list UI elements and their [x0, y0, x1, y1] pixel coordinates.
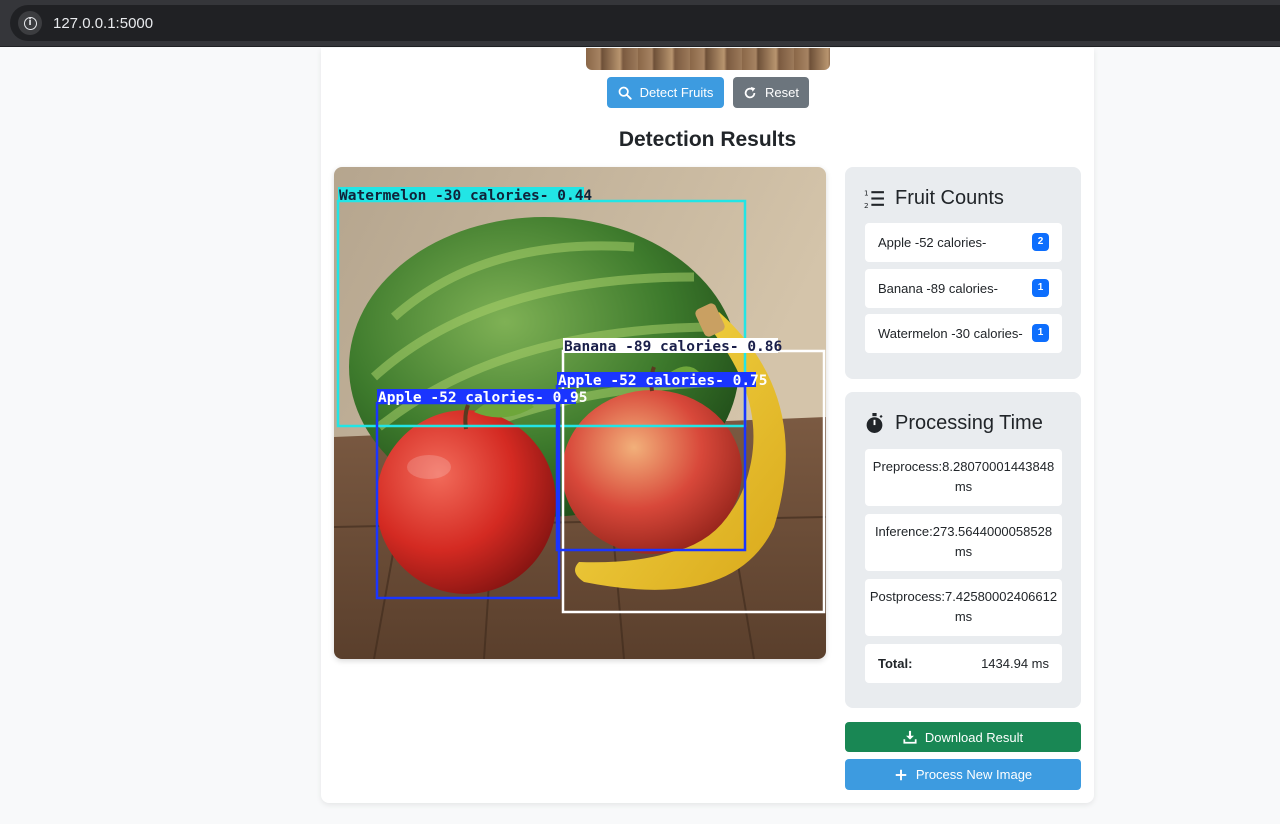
preprocess-value: Preprocess:8.28070001443848	[872, 459, 1055, 474]
detection-label-apple-left: Apple -52 calories- 0.95	[378, 390, 588, 406]
search-icon	[618, 86, 632, 100]
plus-icon	[895, 769, 907, 780]
detection-label-banana: Banana -89 calories- 0.86	[564, 339, 782, 355]
uploaded-image-preview	[586, 48, 830, 70]
info-icon[interactable]: i	[18, 11, 42, 35]
detect-fruits-label: Detect Fruits	[639, 85, 714, 100]
fruit-counts-heading: 1 2 Fruit Counts	[864, 187, 1004, 210]
postprocess-value: Postprocess:7.42580002406612	[869, 589, 1058, 604]
total-time: Total: 1434.94 ms	[865, 644, 1062, 683]
stopwatch-icon	[866, 413, 883, 433]
postprocess-time: Postprocess:7.42580002406612 ms	[865, 579, 1062, 636]
total-label: Total:	[878, 656, 913, 671]
detection-results-heading: Detection Results	[618, 128, 797, 151]
download-result-label: Download Result	[924, 729, 1024, 745]
detection-label-apple-right: Apple -52 calories- 0.75	[558, 373, 768, 389]
download-result-button[interactable]: Download Result	[845, 722, 1081, 752]
reset-button[interactable]: Reset	[733, 77, 809, 108]
count-badge: 1	[1032, 279, 1049, 297]
count-badge: 1	[1032, 324, 1049, 342]
reset-label: Reset	[765, 85, 799, 100]
count-label: Banana -89 calories-	[878, 281, 998, 296]
inference-time: Inference:273.5644000058528 ms	[865, 514, 1062, 571]
preprocess-time: Preprocess:8.28070001443848 ms	[865, 449, 1062, 506]
count-badge: 2	[1032, 233, 1049, 251]
count-item-banana: Banana -89 calories- 1	[865, 269, 1062, 308]
count-label: Apple -52 calories-	[878, 235, 987, 250]
svg-text:1: 1	[864, 188, 869, 197]
preprocess-unit: ms	[954, 479, 973, 494]
download-icon	[903, 730, 917, 744]
fruit-counts-panel: 1 2 Fruit Counts Apple -52 calories- 2 B…	[845, 167, 1081, 379]
total-value: 1434.94 ms	[981, 656, 1049, 671]
processing-time-panel: Processing Time Preprocess:8.28070001443…	[845, 392, 1081, 708]
process-new-image-label: Process New Image	[915, 767, 1033, 782]
inference-unit: ms	[954, 544, 973, 559]
url-text[interactable]: 127.0.0.1:5000	[53, 15, 153, 32]
browser-toolbar: i 127.0.0.1:5000	[0, 0, 1280, 47]
postprocess-unit: ms	[954, 609, 973, 624]
detect-fruits-button[interactable]: Detect Fruits	[607, 77, 724, 108]
processing-time-title: Processing Time	[895, 412, 1043, 434]
count-item-apple: Apple -52 calories- 2	[865, 223, 1062, 262]
inference-value: Inference:273.5644000058528	[874, 524, 1053, 539]
redo-icon	[744, 86, 756, 98]
count-label: Watermelon -30 calories-	[878, 326, 1023, 341]
address-bar[interactable]: i 127.0.0.1:5000	[10, 5, 1280, 41]
fruit-counts-title: Fruit Counts	[895, 187, 1004, 209]
list-ordered-icon: 1 2	[864, 188, 884, 209]
detection-label-watermelon: Watermelon -30 calories- 0.44	[339, 188, 592, 204]
count-item-watermelon: Watermelon -30 calories- 1	[865, 314, 1062, 353]
detection-result-image: Watermelon -30 calories- 0.44 Banana -89…	[334, 167, 826, 659]
svg-text:2: 2	[864, 201, 869, 209]
processing-time-heading: Processing Time	[864, 412, 1043, 435]
process-new-image-button[interactable]: Process New Image	[845, 759, 1081, 790]
